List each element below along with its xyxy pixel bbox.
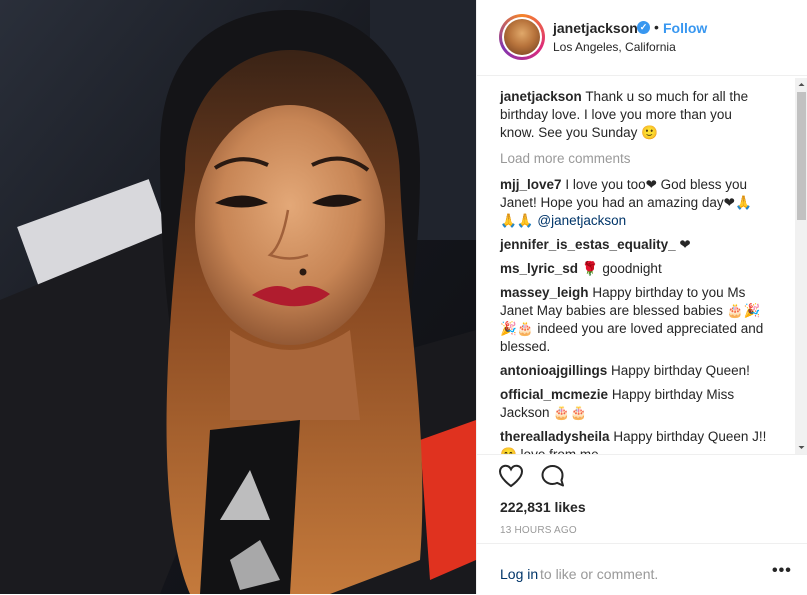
comment-item: massey_leigh Happy birthday to you Ms Ja…	[500, 284, 768, 356]
comment-username[interactable]: mjj_love7	[500, 177, 562, 192]
comment-item: mjj_love7 I love you too❤ God bless you …	[500, 176, 768, 230]
comment-username[interactable]: therealladysheila	[500, 429, 610, 444]
login-row: Log in to like or comment. •••	[477, 543, 807, 595]
scroll-up-arrow-icon[interactable]	[795, 78, 807, 91]
instagram-post: janetjackson ✓ • Follow Los Angeles, Cal…	[0, 0, 807, 594]
header-username[interactable]: janetjackson	[553, 20, 638, 36]
avatar-ring	[502, 17, 542, 57]
heart-icon[interactable]	[498, 464, 524, 488]
comment-item: therealladysheila Happy birthday Queen J…	[500, 428, 768, 454]
verified-badge-icon: ✓	[637, 21, 650, 34]
comment-text: Happy birthday Queen!	[611, 363, 750, 378]
login-prompt-text: to like or comment.	[540, 566, 659, 582]
scroll-down-arrow-icon[interactable]	[795, 441, 807, 454]
header-separator-dot: •	[654, 19, 659, 35]
comment-mention[interactable]: @janetjackson	[537, 213, 626, 228]
avatar-image	[504, 19, 540, 55]
caption-username[interactable]: janetjackson	[500, 89, 582, 104]
load-more-comments-button[interactable]: Load more comments	[500, 151, 631, 166]
likes-count[interactable]: 222,831 likes	[500, 499, 586, 515]
caption: janetjackson Thank u so much for all the…	[500, 88, 768, 142]
avatar[interactable]	[499, 14, 545, 60]
comments-scrollbar[interactable]	[795, 78, 807, 454]
comment-username[interactable]: ms_lyric_sd	[500, 261, 578, 276]
comment-text: ❤	[679, 237, 691, 252]
comment-item: jennifer_is_estas_equality_ ❤	[500, 236, 768, 254]
comment-bubble-icon[interactable]	[540, 464, 566, 488]
location-link[interactable]: Los Angeles, California	[553, 40, 676, 54]
scrollbar-thumb[interactable]	[797, 92, 806, 220]
more-options-button[interactable]: •••	[772, 562, 792, 580]
post-photo[interactable]	[0, 0, 476, 594]
comment-username[interactable]: official_mcmezie	[500, 387, 608, 402]
post-side-panel: janetjackson ✓ • Follow Los Angeles, Cal…	[476, 0, 807, 594]
comment-username[interactable]: massey_leigh	[500, 285, 589, 300]
comment-username[interactable]: antonioajgillings	[500, 363, 607, 378]
comment-item: official_mcmezie Happy birthday Miss Jac…	[500, 386, 768, 422]
comment-username[interactable]: jennifer_is_estas_equality_	[500, 237, 676, 252]
comment-text: 🌹 goodnight	[581, 261, 662, 276]
comment-item: antonioajgillings Happy birthday Queen!	[500, 362, 768, 380]
selfie-illustration	[0, 0, 476, 594]
post-timestamp[interactable]: 13 HOURS AGO	[500, 525, 577, 536]
comments-list[interactable]: janetjackson Thank u so much for all the…	[477, 78, 795, 454]
comment-item: ms_lyric_sd 🌹 goodnight	[500, 260, 768, 278]
post-header: janetjackson ✓ • Follow Los Angeles, Cal…	[477, 0, 807, 76]
follow-button[interactable]: Follow	[663, 20, 707, 36]
login-link[interactable]: Log in	[500, 566, 538, 582]
post-actions: 222,831 likes 13 HOURS AGO Log in to lik…	[477, 454, 807, 594]
